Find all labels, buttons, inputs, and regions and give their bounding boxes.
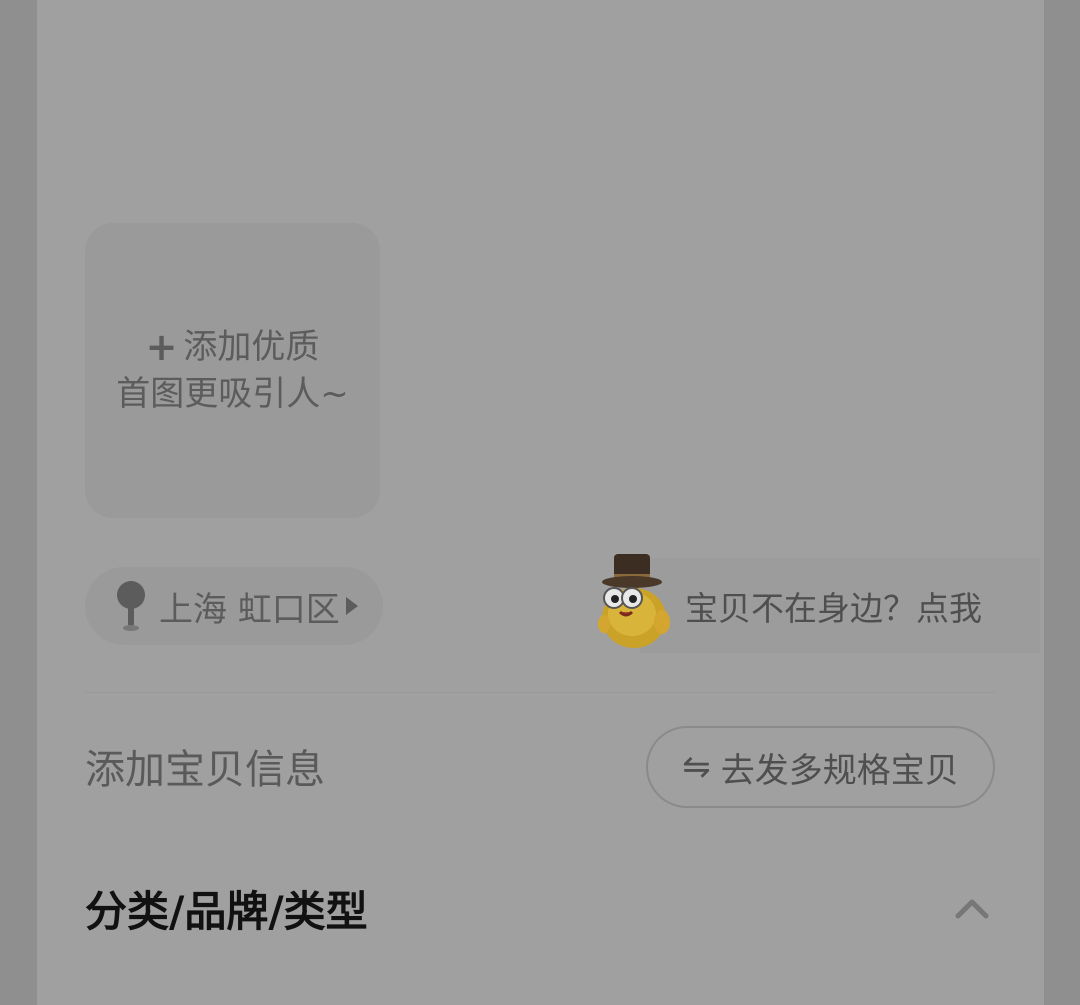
top-hat-fish-mascot-icon (598, 554, 670, 648)
chevron-up-icon[interactable] (955, 897, 989, 919)
plus-icon: + (145, 324, 178, 369)
item-not-nearby-banner[interactable]: 宝贝不在身边？点我 (640, 558, 1040, 653)
multi-spec-button-label: 去发多规格宝贝 (720, 750, 959, 791)
caret-right-icon (345, 597, 358, 615)
add-item-info-title: 添加宝贝信息 (85, 747, 325, 793)
add-photo-line1: + 添加优质 (146, 324, 320, 371)
location-chip[interactable]: 上海 虹口区 (85, 567, 383, 645)
section-divider (85, 692, 995, 693)
swap-arrows-icon: ⇋ (682, 747, 711, 787)
add-photo-label: 添加优质 (183, 326, 320, 367)
add-cover-photo-button[interactable]: + 添加优质 首图更吸引人~ (85, 223, 380, 518)
multi-spec-item-button[interactable]: ⇋ 去发多规格宝贝 (646, 726, 995, 808)
location-pin-icon (117, 581, 145, 631)
location-text: 上海 虹口区 (159, 589, 340, 630)
category-brand-type-title: 分类/品牌/类型 (85, 887, 368, 936)
helper-text: 宝贝不在身边？点我 (685, 588, 982, 628)
add-photo-hint: 首图更吸引人~ (116, 373, 349, 414)
